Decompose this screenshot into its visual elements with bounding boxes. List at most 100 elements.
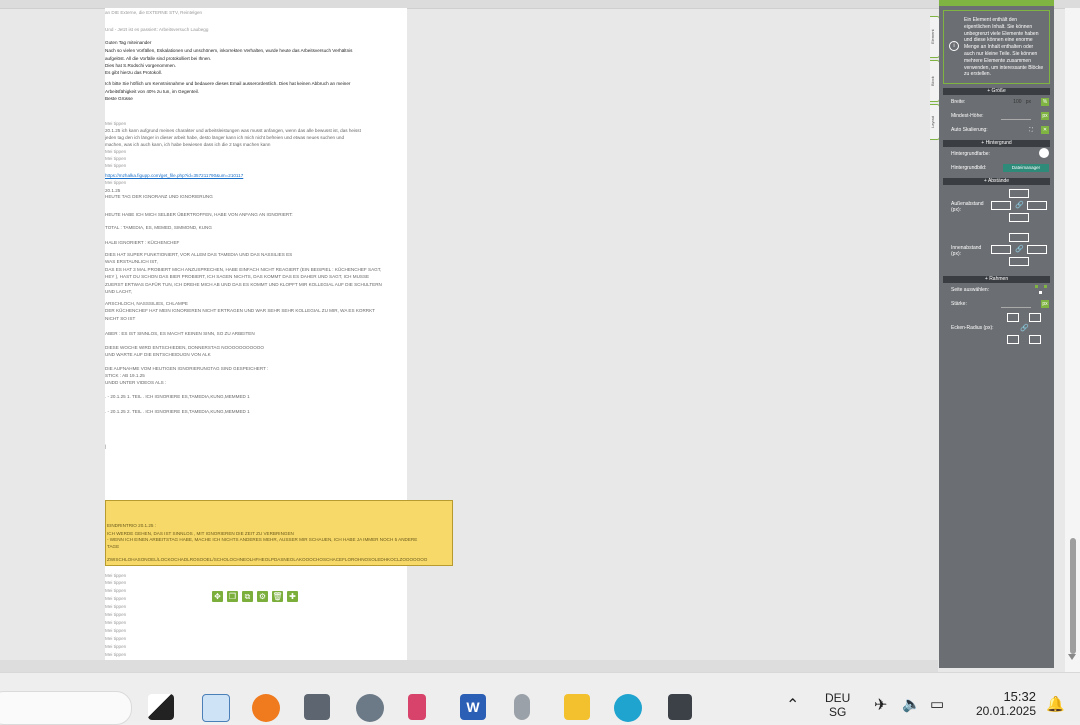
document-line: HEUTE HABE ICH MICH SELBER ÜBERTROFFEN, …	[105, 212, 293, 217]
document-line: TOTAL : TAMEDIA, ES, MEMED, SIMMOND, KUN…	[105, 225, 212, 230]
shrink-icon[interactable]: ✕	[1041, 126, 1049, 134]
show-hidden-icons-chevron-icon[interactable]: ⌃	[786, 695, 799, 715]
settings-icon[interactable]	[356, 694, 384, 722]
document-line: an DIE Externe, die EXTERNE STV, Reintel…	[105, 10, 203, 15]
border-side-selector[interactable]	[1035, 285, 1047, 295]
color-swatch[interactable]	[1039, 148, 1049, 158]
horizontal-scrollbar[interactable]	[0, 660, 938, 672]
px-toggle[interactable]: px	[1041, 112, 1049, 120]
duplicate-icon[interactable]: ⧉	[242, 591, 253, 602]
document-line: . - 20.1.25 1. TEIL . ICH IGNORIERE ES,T…	[105, 394, 250, 399]
task-view-icon[interactable]	[148, 694, 174, 720]
volume-icon[interactable]: 🔈	[902, 695, 921, 713]
document-line: ARSCHLOCH, NASSSILIES, CHLAMPE	[105, 301, 188, 306]
document-footer-line: Mei tippen	[105, 573, 127, 578]
auto-skalierung-label: Auto Skalierung:	[951, 127, 988, 133]
microphone-icon[interactable]	[514, 694, 530, 720]
document-line: ABER : ES IST SINNLOS, ES MACHT KEINEN S…	[105, 331, 255, 336]
clock[interactable]: 15:32 20.01.2025	[968, 689, 1036, 718]
section-rahmen[interactable]: + Rahmen	[943, 276, 1050, 283]
section-hintergrund[interactable]: + Hintergrund	[943, 140, 1050, 147]
document-line: Guten Tag miteinander	[105, 40, 152, 45]
document-line: NICHT SO IST	[105, 316, 136, 321]
document-line: DIES HAT SUPER FUNKTIONIERT, VOR ALLEM D…	[105, 252, 293, 257]
yellow-box-line: ZWISCHLOHASONOEL/LOCKOCHADLROSOOEL/SCHOL…	[107, 557, 428, 562]
notepad-icon[interactable]	[202, 694, 230, 722]
document-line[interactable]: https://mzhalka.figupp.com/get_file.php?…	[105, 173, 243, 178]
document-line: DIESE WOCHE WIRD ENTSCHIEDEN, DONNERSTAG…	[105, 345, 264, 350]
document-line: Dies hat S.Rodschi vorgenommen.	[105, 63, 176, 68]
document-line: Es gibt hierzu das Protokoll.	[105, 70, 162, 75]
document-line: HALB IGNORIERT : KÜCHENCHEF	[105, 240, 180, 245]
yellow-box-line: EINDRINTRIO 20.1.25 :	[107, 523, 157, 528]
word-icon[interactable]: W	[460, 694, 486, 720]
document-line: 20.1.25	[105, 188, 121, 193]
staerke-label: Stärke:	[951, 301, 967, 307]
document-line: HEY ), HAST DU SCHON DAS BIER PROBIERT, …	[105, 274, 370, 279]
innenabstand-label: Innenabstand (px):	[951, 245, 982, 257]
document-footer-line: Mei tippen	[105, 580, 127, 585]
language-indicator[interactable]: DEU SG	[825, 691, 850, 719]
airplane-mode-icon[interactable]: ✈	[874, 695, 887, 715]
settings-icon[interactable]: ⚙	[257, 591, 268, 602]
calculator-icon[interactable]	[668, 694, 692, 720]
document-line: Mei tippen	[105, 163, 127, 168]
edge-icon[interactable]	[614, 694, 642, 722]
info-icon: i	[949, 41, 959, 51]
staerke-input[interactable]	[1001, 301, 1031, 308]
selected-yellow-element[interactable]: EINDRINTRIO 20.1.25 : ICH WERDE GEHEN, DA…	[105, 500, 453, 566]
copy-icon[interactable]: ❐	[227, 591, 238, 602]
document-line: UNDD UNTER VIDEOS ALS :	[105, 380, 167, 385]
link-icon[interactable]: 🔗	[1015, 245, 1024, 253]
notifications-icon[interactable]: 🔔	[1046, 695, 1065, 713]
document-footer-line: Mei tippen	[105, 596, 127, 601]
document-line: Und - Jetzt ist es passiert: Arbeitsvers…	[105, 27, 209, 32]
document-footer-line: Mei tippen	[105, 604, 127, 609]
hintergrundfarbe-label: Hintergrundfarbe:	[951, 151, 990, 157]
document-line: WAS ERSTAUNLICH IST,	[105, 259, 158, 264]
document-line: machen, was ich auch kann, ich habe bewi…	[105, 142, 271, 147]
document-line: aufgelöst. All die Vorfälle sind protoko…	[105, 56, 212, 61]
document-footer-line: Mei tippen	[105, 628, 127, 633]
yellow-box-line: - WENN ICH EINEN ARBEITSTAG HABE, MACHE …	[107, 537, 418, 542]
move-icon[interactable]: ✥	[212, 591, 223, 602]
scroll-down-arrow-icon[interactable]	[1068, 654, 1076, 660]
breite-input[interactable]: 100 px	[1001, 99, 1031, 105]
document-line: Nach so vielen Vorfällen, Eskalationen u…	[105, 48, 353, 53]
battery-icon[interactable]: ▭	[930, 695, 944, 713]
document-footer-line: Mei tippen	[105, 636, 127, 641]
document-line: DAS ES HAT 3 MAL PROBIERT MICH ANZUSPREC…	[105, 267, 382, 272]
file-explorer-icon[interactable]	[564, 694, 590, 720]
document-footer-line: Mei tippen	[105, 620, 127, 625]
section-abstaende[interactable]: + Abstände	[943, 178, 1050, 185]
document-line: Mei tippen	[105, 180, 127, 185]
camera-icon[interactable]	[304, 694, 330, 720]
percent-toggle[interactable]: %	[1041, 98, 1049, 106]
document-line: STICK : AB 19.1.25	[105, 373, 145, 378]
document-line: ZUERST ERTWAS DAFÜR TUN, ICH DREHE MICH …	[105, 282, 382, 287]
info-box: i Ein Element enthält den eigentlichen I…	[943, 10, 1050, 84]
yellow-box-line: TAGE	[107, 544, 120, 549]
document-footer-line: Mei tippen	[105, 652, 127, 657]
add-icon[interactable]: ✚	[287, 591, 298, 602]
scrollbar-thumb[interactable]	[1070, 538, 1076, 654]
snipping-tool-icon[interactable]	[408, 694, 426, 720]
link-icon[interactable]: 🔗	[1020, 324, 1029, 332]
dateimanager-button[interactable]: Dateimanager	[1003, 164, 1049, 172]
vertical-scrollbar[interactable]	[1065, 8, 1080, 672]
media-player-icon[interactable]	[252, 694, 280, 722]
document-line: DIE AUFNAHME VOM HEUTIGEN IGNORIERUNGTAG…	[105, 366, 269, 371]
document-line: Mei tippen	[105, 149, 127, 154]
document-line: HEUTE TAG DER IGNORANZ UND IGNORIERUNG	[105, 194, 213, 199]
document-line: Beste Grüsse	[105, 96, 133, 101]
properties-panel: i Ein Element enthält den eigentlichen I…	[939, 0, 1054, 668]
section-groesse[interactable]: + Größe	[943, 88, 1050, 95]
mindest-hoehe-label: Mindest-Höhe:	[951, 113, 984, 119]
delete-icon[interactable]: 🗑	[272, 591, 283, 602]
fullscreen-icon[interactable]: ⛶	[1027, 126, 1035, 134]
link-icon[interactable]: 🔗	[1015, 201, 1024, 209]
document-line: Arbeitsfähigkeit von 40% zu tun, im Gege…	[105, 89, 199, 94]
mindest-hoehe-input[interactable]	[1001, 113, 1031, 120]
document-line: Mei tippen	[105, 121, 127, 126]
px-toggle[interactable]: px	[1041, 300, 1049, 308]
